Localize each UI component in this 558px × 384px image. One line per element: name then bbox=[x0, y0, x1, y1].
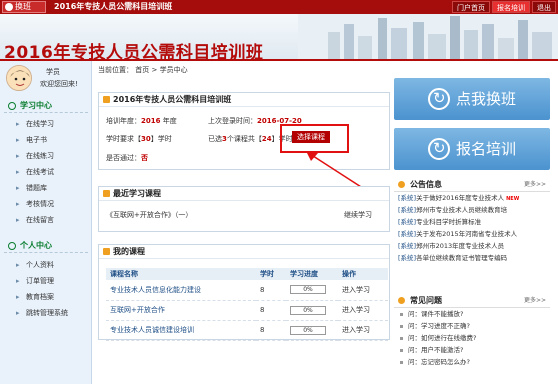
announcements-heading: 公告信息 更多>> bbox=[394, 178, 550, 192]
class-info-title: 2016年专技人员公需科目培训班 bbox=[99, 93, 389, 107]
switch-class-big-label: 点我换班 bbox=[456, 90, 517, 108]
announcements-panel: 公告信息 更多>> [系统]关于做好2016年度专业技术人 NEW [系统]郑州市… bbox=[394, 178, 550, 264]
list-item[interactable]: [系统]郑州市2013年度专业技术人员 bbox=[394, 240, 550, 252]
nav-wrong-questions[interactable]: 错题库 bbox=[6, 182, 86, 194]
banner-title: 2016年专技人员公需科目培训班 bbox=[4, 43, 264, 60]
course-hours: 8 bbox=[256, 280, 286, 301]
recent-course-name[interactable]: 《互联网+开放合作》（一） bbox=[106, 210, 192, 220]
faq-item[interactable]: 问：忘记密码怎么办? bbox=[394, 356, 550, 368]
enter-study-link[interactable]: 进入学习 bbox=[338, 280, 388, 301]
logout-link[interactable]: 退出 bbox=[532, 1, 556, 13]
switch-icon bbox=[5, 3, 13, 11]
list-item[interactable]: [系统]专业科目学时折算标准 bbox=[394, 216, 550, 228]
nav-online-message[interactable]: 在线留言 bbox=[6, 214, 86, 226]
faq-more-link[interactable]: 更多>> bbox=[524, 294, 546, 308]
switch-class-big-button[interactable]: 点我换班 bbox=[394, 78, 550, 120]
refresh-icon bbox=[428, 87, 450, 110]
list-item[interactable]: [系统]关于做好2016年度专业技术人 NEW bbox=[394, 192, 550, 204]
top-title: 2016年专技人员公需科目培训班 bbox=[54, 2, 173, 11]
col-course-name: 课程名称 bbox=[106, 268, 256, 280]
nav-online-exam[interactable]: 在线考试 bbox=[6, 166, 86, 178]
nav-jump-admin[interactable]: 跳转管理系统 bbox=[6, 307, 86, 319]
nav-education-records[interactable]: 教育档案 bbox=[6, 291, 86, 303]
courses-table: 课程名称 学时 学习进度 操作 专业技术人员信息化能力建设 8 0% 进入学习 … bbox=[106, 268, 388, 341]
switch-class-button[interactable]: 换班 bbox=[2, 1, 46, 13]
pass-status: 是否通过：否 bbox=[106, 154, 148, 162]
top-bar: 换班 2016年专技人员公需科目培训班 门户首页 报名培训 退出 bbox=[0, 0, 558, 14]
switch-class-label: 换班 bbox=[15, 2, 31, 11]
new-badge: NEW bbox=[506, 196, 520, 202]
breadcrumb-prefix: 当前位置： bbox=[98, 66, 133, 74]
study-center-heading: 学习中心 bbox=[4, 99, 88, 113]
breadcrumb-home[interactable]: 首页 bbox=[135, 66, 149, 74]
course-hours: 8 bbox=[256, 300, 286, 321]
course-name-link[interactable]: 专业技术人员诚信建设培训 bbox=[110, 326, 194, 334]
breadcrumb-separator: > bbox=[151, 66, 158, 74]
city-skyline-image bbox=[298, 14, 558, 60]
enroll-big-button[interactable]: 报名培训 bbox=[394, 128, 550, 170]
faq-item[interactable]: 问：如何进行在线缴费? bbox=[394, 332, 550, 344]
course-name-link[interactable]: 互联网+开放合作 bbox=[110, 306, 165, 314]
recent-study-panel: 最近学习课程 bbox=[98, 186, 390, 232]
top-links: 门户首页 报名培训 退出 bbox=[452, 1, 556, 13]
table-header-row: 课程名称 学时 学习进度 操作 bbox=[106, 268, 388, 280]
nav-profile[interactable]: 个人资料 bbox=[6, 259, 86, 271]
refresh-icon bbox=[428, 137, 450, 160]
highlight-box bbox=[280, 124, 349, 153]
progress-box: 0% bbox=[290, 285, 326, 295]
faq-heading: 常见问题 更多>> bbox=[394, 294, 550, 308]
list-item[interactable]: [系统]郑州市专业技术人员继续教育培 bbox=[394, 204, 550, 216]
faq-item[interactable]: 问：学习进度不正确? bbox=[394, 320, 550, 332]
announcements-more-link[interactable]: 更多>> bbox=[524, 178, 546, 192]
breadcrumb: 当前位置： 首页 > 学员中心 bbox=[98, 65, 188, 75]
banner: 2016年专技人员公需科目培训班 bbox=[0, 14, 558, 60]
hours-requirement: 学时要求【30】学时 bbox=[106, 135, 172, 143]
sidebar: 学员 欢迎您回来! 学习中心 在线学习 电子书 在线练习 在线考试 错题库 考核… bbox=[0, 61, 92, 384]
continue-study-link[interactable]: 继续学习 bbox=[344, 210, 372, 220]
training-year: 培训年度：2016 年度 bbox=[106, 117, 177, 125]
course-hours: 8 bbox=[256, 320, 286, 341]
breadcrumb-current: 学员中心 bbox=[159, 66, 188, 74]
enroll-big-label: 报名培训 bbox=[456, 140, 517, 158]
enter-study-link[interactable]: 进入学习 bbox=[338, 320, 388, 341]
recent-study-title: 最近学习课程 bbox=[99, 187, 389, 201]
course-name-link[interactable]: 专业技术人员信息化能力建设 bbox=[110, 286, 201, 294]
personal-center-heading: 个人中心 bbox=[4, 239, 88, 253]
portal-home-link[interactable]: 门户首页 bbox=[452, 1, 490, 13]
user-name: 学员 bbox=[46, 68, 60, 76]
nav-online-practice[interactable]: 在线练习 bbox=[6, 150, 86, 162]
col-hours: 学时 bbox=[256, 268, 286, 280]
col-progress: 学习进度 bbox=[286, 268, 338, 280]
nav-orders[interactable]: 订单管理 bbox=[6, 275, 86, 287]
nav-assessment[interactable]: 考核情况 bbox=[6, 198, 86, 210]
user-welcome: 欢迎您回来! bbox=[40, 80, 78, 88]
enter-study-link[interactable]: 进入学习 bbox=[338, 300, 388, 321]
faq-item[interactable]: 问：课件不能播放? bbox=[394, 308, 550, 320]
table-row: 专业技术人员诚信建设培训 8 0% 进入学习 bbox=[106, 320, 388, 341]
faq-panel: 常见问题 更多>> 问：课件不能播放? 问：学习进度不正确? 问：如何进行在线缴… bbox=[394, 294, 550, 368]
progress-box: 0% bbox=[290, 305, 326, 315]
table-row: 专业技术人员信息化能力建设 8 0% 进入学习 bbox=[106, 280, 388, 301]
faq-item[interactable]: 问：用户不能激活? bbox=[394, 344, 550, 356]
col-action: 操作 bbox=[338, 268, 388, 280]
enroll-training-link[interactable]: 报名培训 bbox=[492, 1, 530, 13]
avatar bbox=[6, 65, 32, 91]
nav-online-study[interactable]: 在线学习 bbox=[6, 118, 86, 130]
nav-ebook[interactable]: 电子书 bbox=[6, 134, 86, 146]
list-item[interactable]: [系统]各单位继续教育证书管理专编码 bbox=[394, 252, 550, 264]
progress-box: 0% bbox=[290, 325, 326, 335]
table-row: 互联网+开放合作 8 0% 进入学习 bbox=[106, 300, 388, 321]
list-item[interactable]: [系统]关于发布2015年河南省专业技术人 bbox=[394, 228, 550, 240]
my-courses-title: 我的课程 bbox=[99, 245, 389, 259]
